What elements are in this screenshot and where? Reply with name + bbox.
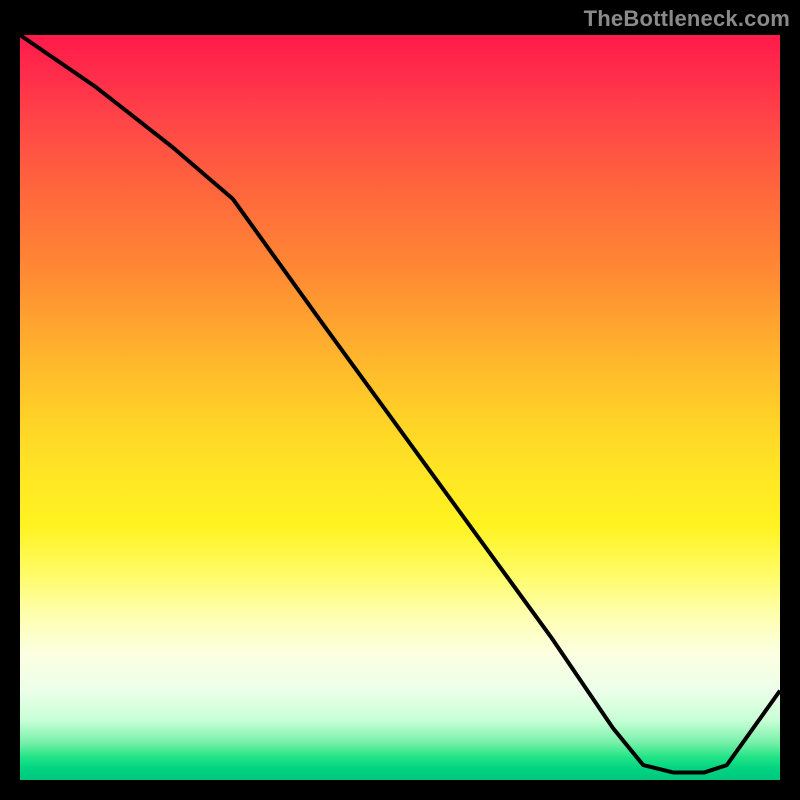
chart-container: TheBottleneck.com — [0, 0, 800, 800]
min-plateau-marker — [621, 753, 711, 765]
watermark-text: TheBottleneck.com — [584, 6, 790, 32]
plot-area — [20, 35, 780, 780]
chart-svg — [20, 35, 780, 780]
line-series — [20, 35, 780, 773]
